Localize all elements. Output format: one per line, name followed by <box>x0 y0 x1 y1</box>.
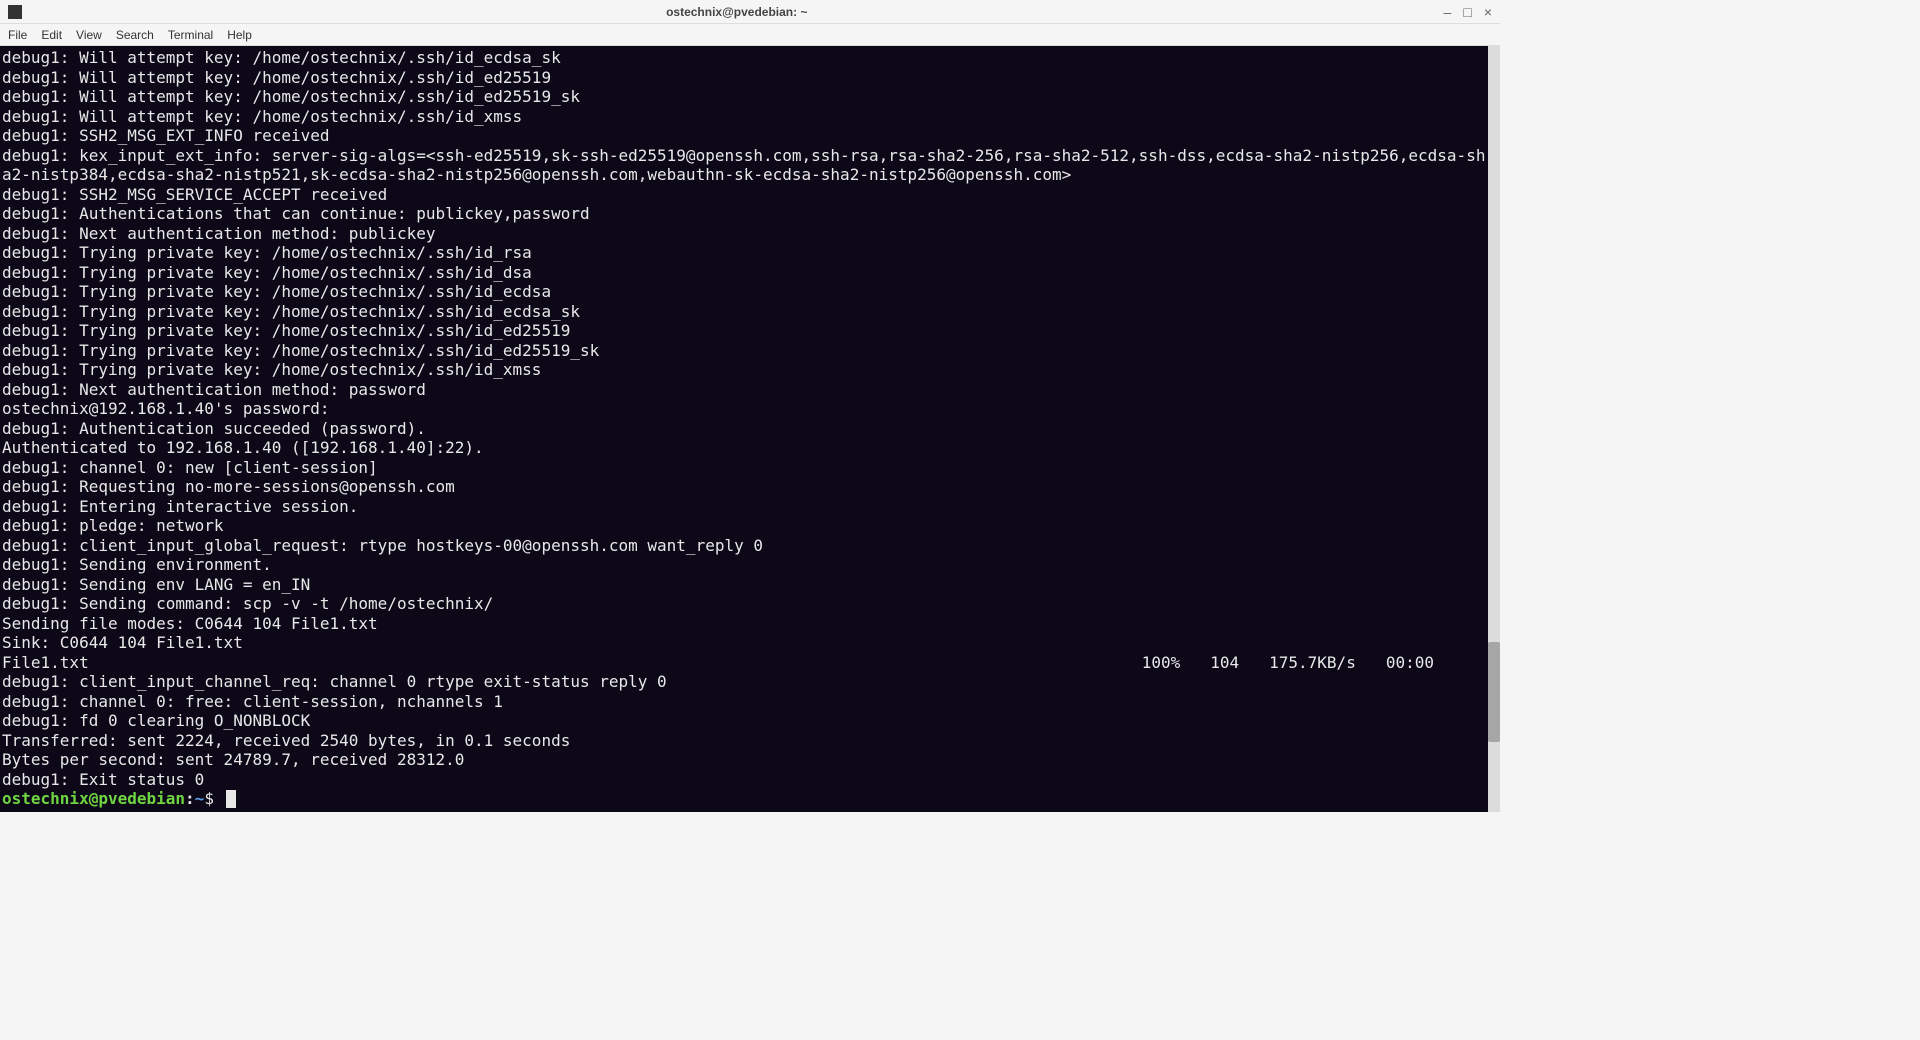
terminal-line: Authenticated to 192.168.1.40 ([192.168.… <box>2 438 1486 458</box>
menu-search[interactable]: Search <box>116 28 154 42</box>
terminal-line: debug1: SSH2_MSG_SERVICE_ACCEPT received <box>2 185 1486 205</box>
transfer-bytes: 104 <box>1210 653 1239 673</box>
terminal-line: debug1: client_input_channel_req: channe… <box>2 672 1486 692</box>
terminal-line: debug1: fd 0 clearing O_NONBLOCK <box>2 711 1486 731</box>
menu-terminal[interactable]: Terminal <box>168 28 213 42</box>
window-titlebar: ostechnix@pvedebian: ~ – □ × <box>0 0 1500 24</box>
terminal-line: debug1: Next authentication method: publ… <box>2 224 1486 244</box>
menubar: File Edit View Search Terminal Help <box>0 24 1500 46</box>
terminal-line: debug1: Will attempt key: /home/ostechni… <box>2 107 1486 127</box>
terminal-line: debug1: Trying private key: /home/ostech… <box>2 243 1486 263</box>
terminal-line: debug1: channel 0: new [client-session] <box>2 458 1486 478</box>
terminal-line: debug1: kex_input_ext_info: server-sig-a… <box>2 146 1486 185</box>
terminal-line: debug1: Will attempt key: /home/ostechni… <box>2 48 1486 68</box>
terminal-line: debug1: Trying private key: /home/ostech… <box>2 282 1486 302</box>
terminal-line: Sink: C0644 104 File1.txt <box>2 633 1486 653</box>
terminal-line: ostechnix@192.168.1.40's password: <box>2 399 1486 419</box>
terminal-line: debug1: Exit status 0 <box>2 770 1486 790</box>
menu-file[interactable]: File <box>8 28 27 42</box>
shell-prompt[interactable]: ostechnix@pvedebian:~$ <box>2 789 1486 809</box>
terminal-line: debug1: Authentications that can continu… <box>2 204 1486 224</box>
terminal-line: debug1: SSH2_MSG_EXT_INFO received <box>2 126 1486 146</box>
terminal-line: Sending file modes: C0644 104 File1.txt <box>2 614 1486 634</box>
terminal-line: debug1: Authentication succeeded (passwo… <box>2 419 1486 439</box>
minimize-button[interactable]: – <box>1444 4 1452 20</box>
terminal-area: debug1: Will attempt key: /home/ostechni… <box>0 46 1500 812</box>
close-button[interactable]: × <box>1484 4 1492 20</box>
menu-help[interactable]: Help <box>227 28 252 42</box>
terminal-line: debug1: client_input_global_request: rty… <box>2 536 1486 556</box>
window-title: ostechnix@pvedebian: ~ <box>30 5 1444 19</box>
terminal-line: debug1: Trying private key: /home/ostech… <box>2 263 1486 283</box>
terminal-output[interactable]: debug1: Will attempt key: /home/ostechni… <box>0 46 1488 812</box>
terminal-line: debug1: channel 0: free: client-session,… <box>2 692 1486 712</box>
terminal-line: Bytes per second: sent 24789.7, received… <box>2 750 1486 770</box>
terminal-line: debug1: Trying private key: /home/ostech… <box>2 341 1486 361</box>
transfer-filename: File1.txt <box>2 653 89 673</box>
app-icon <box>8 5 22 19</box>
terminal-line: debug1: Next authentication method: pass… <box>2 380 1486 400</box>
terminal-line: debug1: Trying private key: /home/ostech… <box>2 321 1486 341</box>
transfer-speed: 175.7KB/s <box>1269 653 1356 673</box>
prompt-user-host: ostechnix@pvedebian <box>2 789 185 808</box>
menu-view[interactable]: View <box>76 28 102 42</box>
terminal-line: debug1: Sending env LANG = en_IN <box>2 575 1486 595</box>
terminal-line: debug1: Trying private key: /home/ostech… <box>2 360 1486 380</box>
scrollbar[interactable] <box>1488 46 1500 812</box>
terminal-line: debug1: Requesting no-more-sessions@open… <box>2 477 1486 497</box>
maximize-button[interactable]: □ <box>1463 4 1471 20</box>
terminal-line: debug1: Trying private key: /home/ostech… <box>2 302 1486 322</box>
cursor <box>226 790 236 808</box>
transfer-eta: 00:00 <box>1386 653 1434 673</box>
terminal-line: debug1: Sending command: scp -v -t /home… <box>2 594 1486 614</box>
prompt-path: ~ <box>195 789 205 808</box>
terminal-line: debug1: Will attempt key: /home/ostechni… <box>2 87 1486 107</box>
prompt-colon: : <box>185 789 195 808</box>
terminal-line: debug1: Entering interactive session. <box>2 497 1486 517</box>
window-controls: – □ × <box>1444 4 1492 20</box>
terminal-line: debug1: Sending environment. <box>2 555 1486 575</box>
terminal-line: debug1: Will attempt key: /home/ostechni… <box>2 68 1486 88</box>
transfer-percent: 100% <box>1142 653 1181 673</box>
file-transfer-line: File1.txt 100% 104 175.7KB/s 00:00 <box>2 653 1486 673</box>
terminal-line: Transferred: sent 2224, received 2540 by… <box>2 731 1486 751</box>
menu-edit[interactable]: Edit <box>41 28 62 42</box>
prompt-dollar: $ <box>204 789 214 808</box>
terminal-line: debug1: pledge: network <box>2 516 1486 536</box>
scrollbar-thumb[interactable] <box>1488 642 1500 742</box>
